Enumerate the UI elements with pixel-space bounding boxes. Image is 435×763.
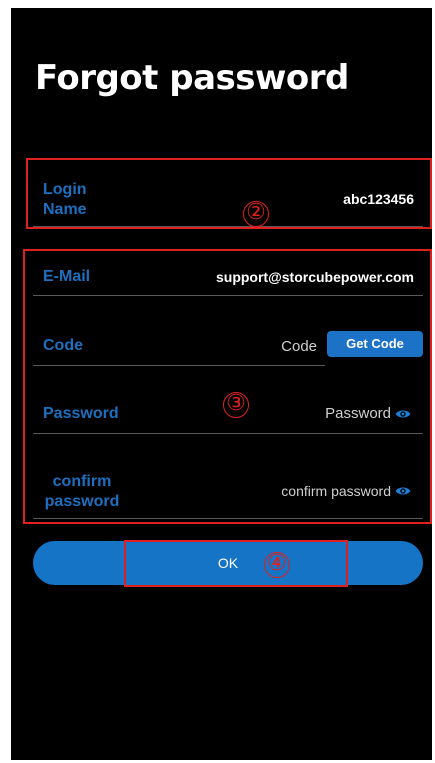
code-label: Code bbox=[43, 337, 83, 354]
confirm-password-label-line2: password bbox=[44, 493, 120, 510]
confirm-password-underline bbox=[33, 518, 423, 519]
code-input[interactable]: Code bbox=[211, 338, 317, 355]
password-label: Password bbox=[43, 405, 119, 422]
password-underline bbox=[33, 433, 423, 434]
annotation-marker-4: ④ bbox=[264, 552, 290, 578]
get-code-button[interactable]: Get Code bbox=[327, 331, 423, 357]
page-title: Forgot password bbox=[35, 58, 349, 98]
login-name-underline bbox=[33, 226, 423, 227]
confirm-password-label-line1: confirm bbox=[52, 473, 112, 490]
annotation-marker-3: ③ bbox=[223, 392, 249, 418]
login-name-label-line1: Login bbox=[43, 181, 87, 198]
login-name-label: Login Name bbox=[43, 180, 87, 220]
email-underline bbox=[33, 295, 423, 296]
forgot-password-screen: Forgot password Login Name abc123456 E-M… bbox=[11, 8, 432, 760]
ok-button[interactable]: OK bbox=[33, 541, 423, 585]
code-underline bbox=[33, 365, 325, 366]
confirm-password-label: confirm password bbox=[37, 472, 127, 512]
email-field[interactable]: support@storcubepower.com bbox=[216, 269, 414, 285]
login-name-label-line2: Name bbox=[43, 201, 87, 218]
eye-icon[interactable] bbox=[395, 483, 411, 499]
login-name-value[interactable]: abc123456 bbox=[343, 191, 414, 207]
email-label: E-Mail bbox=[43, 268, 91, 285]
password-input[interactable]: Password bbox=[241, 405, 391, 422]
confirm-password-input[interactable]: confirm password bbox=[231, 483, 391, 499]
eye-icon[interactable] bbox=[395, 406, 411, 422]
annotation-marker-2: ② bbox=[243, 201, 269, 227]
